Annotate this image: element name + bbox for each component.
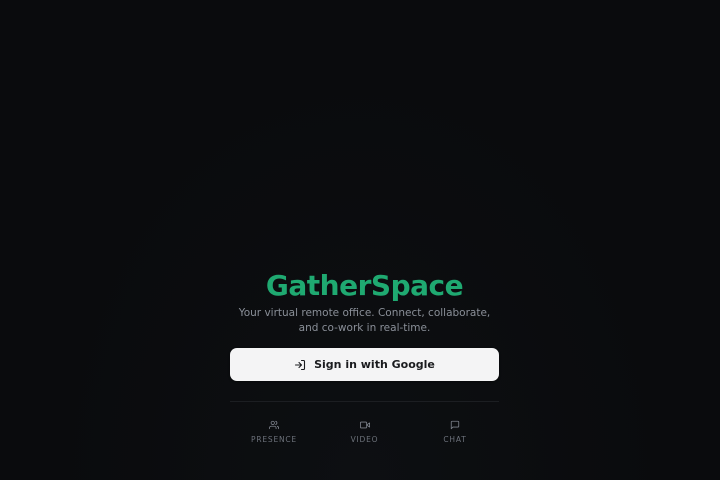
feature-chat: CHAT: [415, 420, 495, 444]
app-tagline: Your virtual remote office. Connect, col…: [238, 307, 491, 334]
login-screen: GatherSpace Your virtual remote office. …: [0, 0, 720, 480]
sign-in-google-label: Sign in with Google: [314, 358, 435, 371]
app-title: GatherSpace: [265, 269, 464, 302]
video-icon: [359, 420, 370, 430]
sign-in-google-button[interactable]: Sign in with Google: [230, 348, 499, 381]
feature-list: PRESENCE VIDEO CHAT: [230, 420, 499, 444]
feature-label: VIDEO: [350, 435, 379, 444]
divider: [230, 401, 499, 402]
users-icon: [269, 420, 279, 430]
chat-icon: [450, 420, 460, 430]
login-panel: GatherSpace Your virtual remote office. …: [230, 268, 499, 444]
feature-video: VIDEO: [325, 420, 405, 444]
feature-presence: PRESENCE: [234, 420, 314, 444]
feature-label: CHAT: [443, 435, 467, 444]
feature-label: PRESENCE: [251, 435, 297, 444]
sign-in-icon: [294, 359, 306, 371]
